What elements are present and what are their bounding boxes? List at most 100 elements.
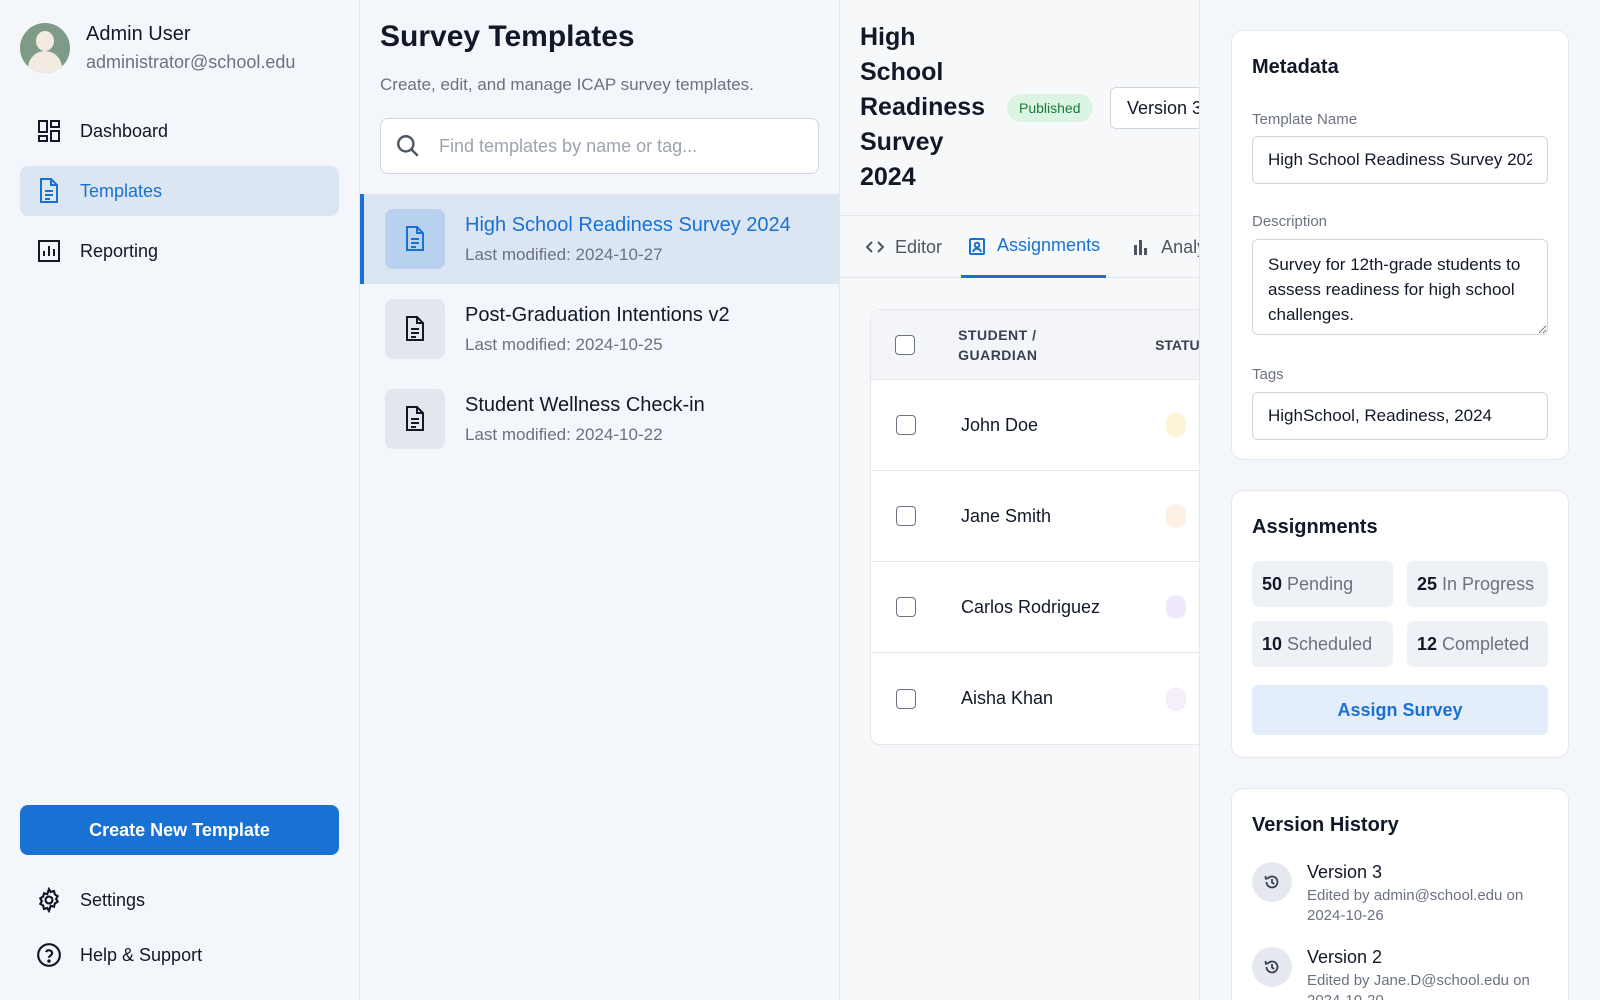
- gear-icon: [36, 887, 62, 913]
- help-nav: Help & Support: [20, 935, 339, 975]
- tab-analytics[interactable]: Analytics: [1131, 216, 1199, 278]
- document-icon: [385, 209, 445, 269]
- template-name: Post-Graduation Intentions v2: [465, 303, 730, 326]
- status-pill: [1166, 413, 1186, 437]
- tab-editor[interactable]: Editor: [865, 216, 942, 278]
- version-history-card: Version History Version 3 Edited by admi…: [1231, 788, 1569, 1000]
- nav-item-help[interactable]: Help & Support: [20, 935, 339, 975]
- template-item[interactable]: High School Readiness Survey 2024 Last m…: [360, 194, 839, 284]
- nav-item-settings[interactable]: Settings: [20, 880, 339, 920]
- nav-label-dashboard: Dashboard: [80, 120, 169, 141]
- metadata-card: Metadata Template Name Description Surve…: [1231, 30, 1569, 460]
- nav-item-templates[interactable]: Templates: [20, 166, 339, 216]
- nav-label-settings: Settings: [80, 889, 146, 910]
- table-row[interactable]: Jane Smith: [871, 471, 1199, 562]
- nav-item-dashboard[interactable]: Dashboard: [20, 106, 339, 156]
- assignments-title: Assignments: [1252, 516, 1378, 538]
- chart-icon: [36, 238, 62, 264]
- version-name: Version 2: [1307, 947, 1383, 967]
- select-all-checkbox[interactable]: [894, 334, 915, 355]
- assign-survey-button[interactable]: Assign Survey: [1252, 685, 1548, 735]
- metadata-title: Metadata: [1252, 56, 1339, 78]
- history-icon: [1252, 862, 1292, 902]
- version-item[interactable]: Version 3 Edited by admin@school.edu on …: [1252, 862, 1547, 926]
- version-history-title: Version History: [1252, 814, 1399, 836]
- nav-label-reporting: Reporting: [80, 240, 159, 261]
- stat-count: 50: [1262, 573, 1283, 594]
- description-label: Description: [1252, 213, 1328, 230]
- version-name: Version 3: [1307, 862, 1383, 882]
- sidebar: Admin User administrator@school.edu Dash…: [0, 0, 360, 1000]
- detail-title: High School Readiness Survey 2024: [860, 23, 986, 191]
- column-header-status: STATUS: [1155, 336, 1200, 353]
- document-icon: [36, 178, 62, 204]
- tab-label: Analytics: [1161, 236, 1199, 257]
- side-panel: Metadata Template Name Description Surve…: [1200, 0, 1600, 1000]
- stat-count: 25: [1417, 573, 1438, 594]
- template-name: High School Readiness Survey 2024: [465, 213, 791, 236]
- template-modified: Last modified: 2024-10-22: [465, 424, 663, 444]
- stat-label: Completed: [1442, 633, 1530, 654]
- status-pill: [1166, 595, 1186, 619]
- nav-item-reporting[interactable]: Reporting: [20, 226, 339, 276]
- tags-label: Tags: [1252, 366, 1284, 383]
- bar-chart-icon: [1131, 237, 1151, 257]
- document-icon: [385, 299, 445, 359]
- assignments-table: STUDENT / GUARDIAN STATUS John Doe Jane …: [870, 309, 1200, 745]
- template-item[interactable]: Student Wellness Check-in Last modified:…: [360, 374, 839, 464]
- table-row[interactable]: John Doe: [871, 380, 1199, 471]
- table-row[interactable]: Carlos Rodriguez: [871, 562, 1199, 653]
- stat-label: Pending: [1287, 573, 1354, 594]
- tab-assignments[interactable]: Assignments: [961, 216, 1107, 278]
- table-row[interactable]: Aisha Khan: [871, 653, 1199, 744]
- version-meta: Edited by admin@school.edu on 2024-10-26: [1307, 887, 1524, 924]
- user-profile[interactable]: Admin User administrator@school.edu: [20, 23, 295, 73]
- stat-count: 10: [1262, 633, 1283, 654]
- description-field[interactable]: Survey for 12th-grade students to assess…: [1252, 239, 1548, 335]
- nav-label-help: Help & Support: [80, 944, 203, 965]
- help-circle-icon: [36, 942, 62, 968]
- code-icon: [865, 237, 885, 257]
- status-pill: [1166, 686, 1186, 711]
- tags-field[interactable]: [1252, 392, 1548, 440]
- search-box: [380, 118, 819, 174]
- detail-header: High School Readiness Survey 2024 Publis…: [840, 0, 1199, 216]
- template-name: Student Wellness Check-in: [465, 393, 705, 416]
- user-email: administrator@school.edu: [86, 52, 296, 72]
- dashboard-icon: [36, 118, 62, 144]
- status-badge: Published: [1007, 94, 1093, 122]
- nav-label-templates: Templates: [80, 180, 163, 201]
- page-title: Survey Templates: [380, 20, 635, 53]
- history-icon: [1252, 947, 1292, 987]
- page-subtitle: Create, edit, and manage ICAP survey tem…: [380, 75, 754, 94]
- template-name-field[interactable]: [1252, 136, 1548, 184]
- assignment-icon: [967, 236, 987, 256]
- create-template-button[interactable]: Create New Template: [20, 805, 339, 855]
- template-name-label: Template Name: [1252, 111, 1358, 128]
- template-detail-panel: High School Readiness Survey 2024 Publis…: [840, 0, 1200, 1000]
- stat-in-progress: 25 In Progress: [1407, 561, 1548, 607]
- template-modified: Last modified: 2024-10-25: [465, 334, 663, 354]
- tab-label: Assignments: [997, 235, 1101, 255]
- search-icon: [385, 119, 431, 173]
- column-header-student: STUDENT / GUARDIAN: [958, 326, 1038, 363]
- row-checkbox[interactable]: [896, 688, 916, 709]
- stat-scheduled: 10 Scheduled: [1252, 621, 1393, 667]
- detail-tabs: Editor Assignments Analytics: [840, 216, 1199, 278]
- stat-count: 12: [1417, 633, 1438, 654]
- search-input[interactable]: [431, 119, 818, 173]
- template-list: High School Readiness Survey 2024 Last m…: [360, 194, 839, 464]
- row-checkbox[interactable]: [896, 597, 916, 617]
- row-checkbox[interactable]: [896, 506, 916, 526]
- main-nav: Dashboard Templates Reporting: [20, 106, 339, 286]
- assignments-card: Assignments 50 Pending 25 In Progress 10 Sc…: [1231, 490, 1569, 758]
- template-modified: Last modified: 2024-10-27: [465, 244, 663, 264]
- table-header: STUDENT / GUARDIAN STATUS: [871, 310, 1200, 380]
- student-name: John Doe: [961, 414, 1039, 435]
- version-item[interactable]: Version 2 Edited by Jane.D@school.edu on…: [1252, 947, 1547, 1000]
- stat-label: In Progress: [1442, 573, 1535, 594]
- row-checkbox[interactable]: [896, 415, 916, 435]
- template-item[interactable]: Post-Graduation Intentions v2 Last modif…: [360, 284, 839, 374]
- tab-label: Editor: [895, 236, 943, 257]
- version-selector[interactable]: Version 3: [1110, 87, 1199, 129]
